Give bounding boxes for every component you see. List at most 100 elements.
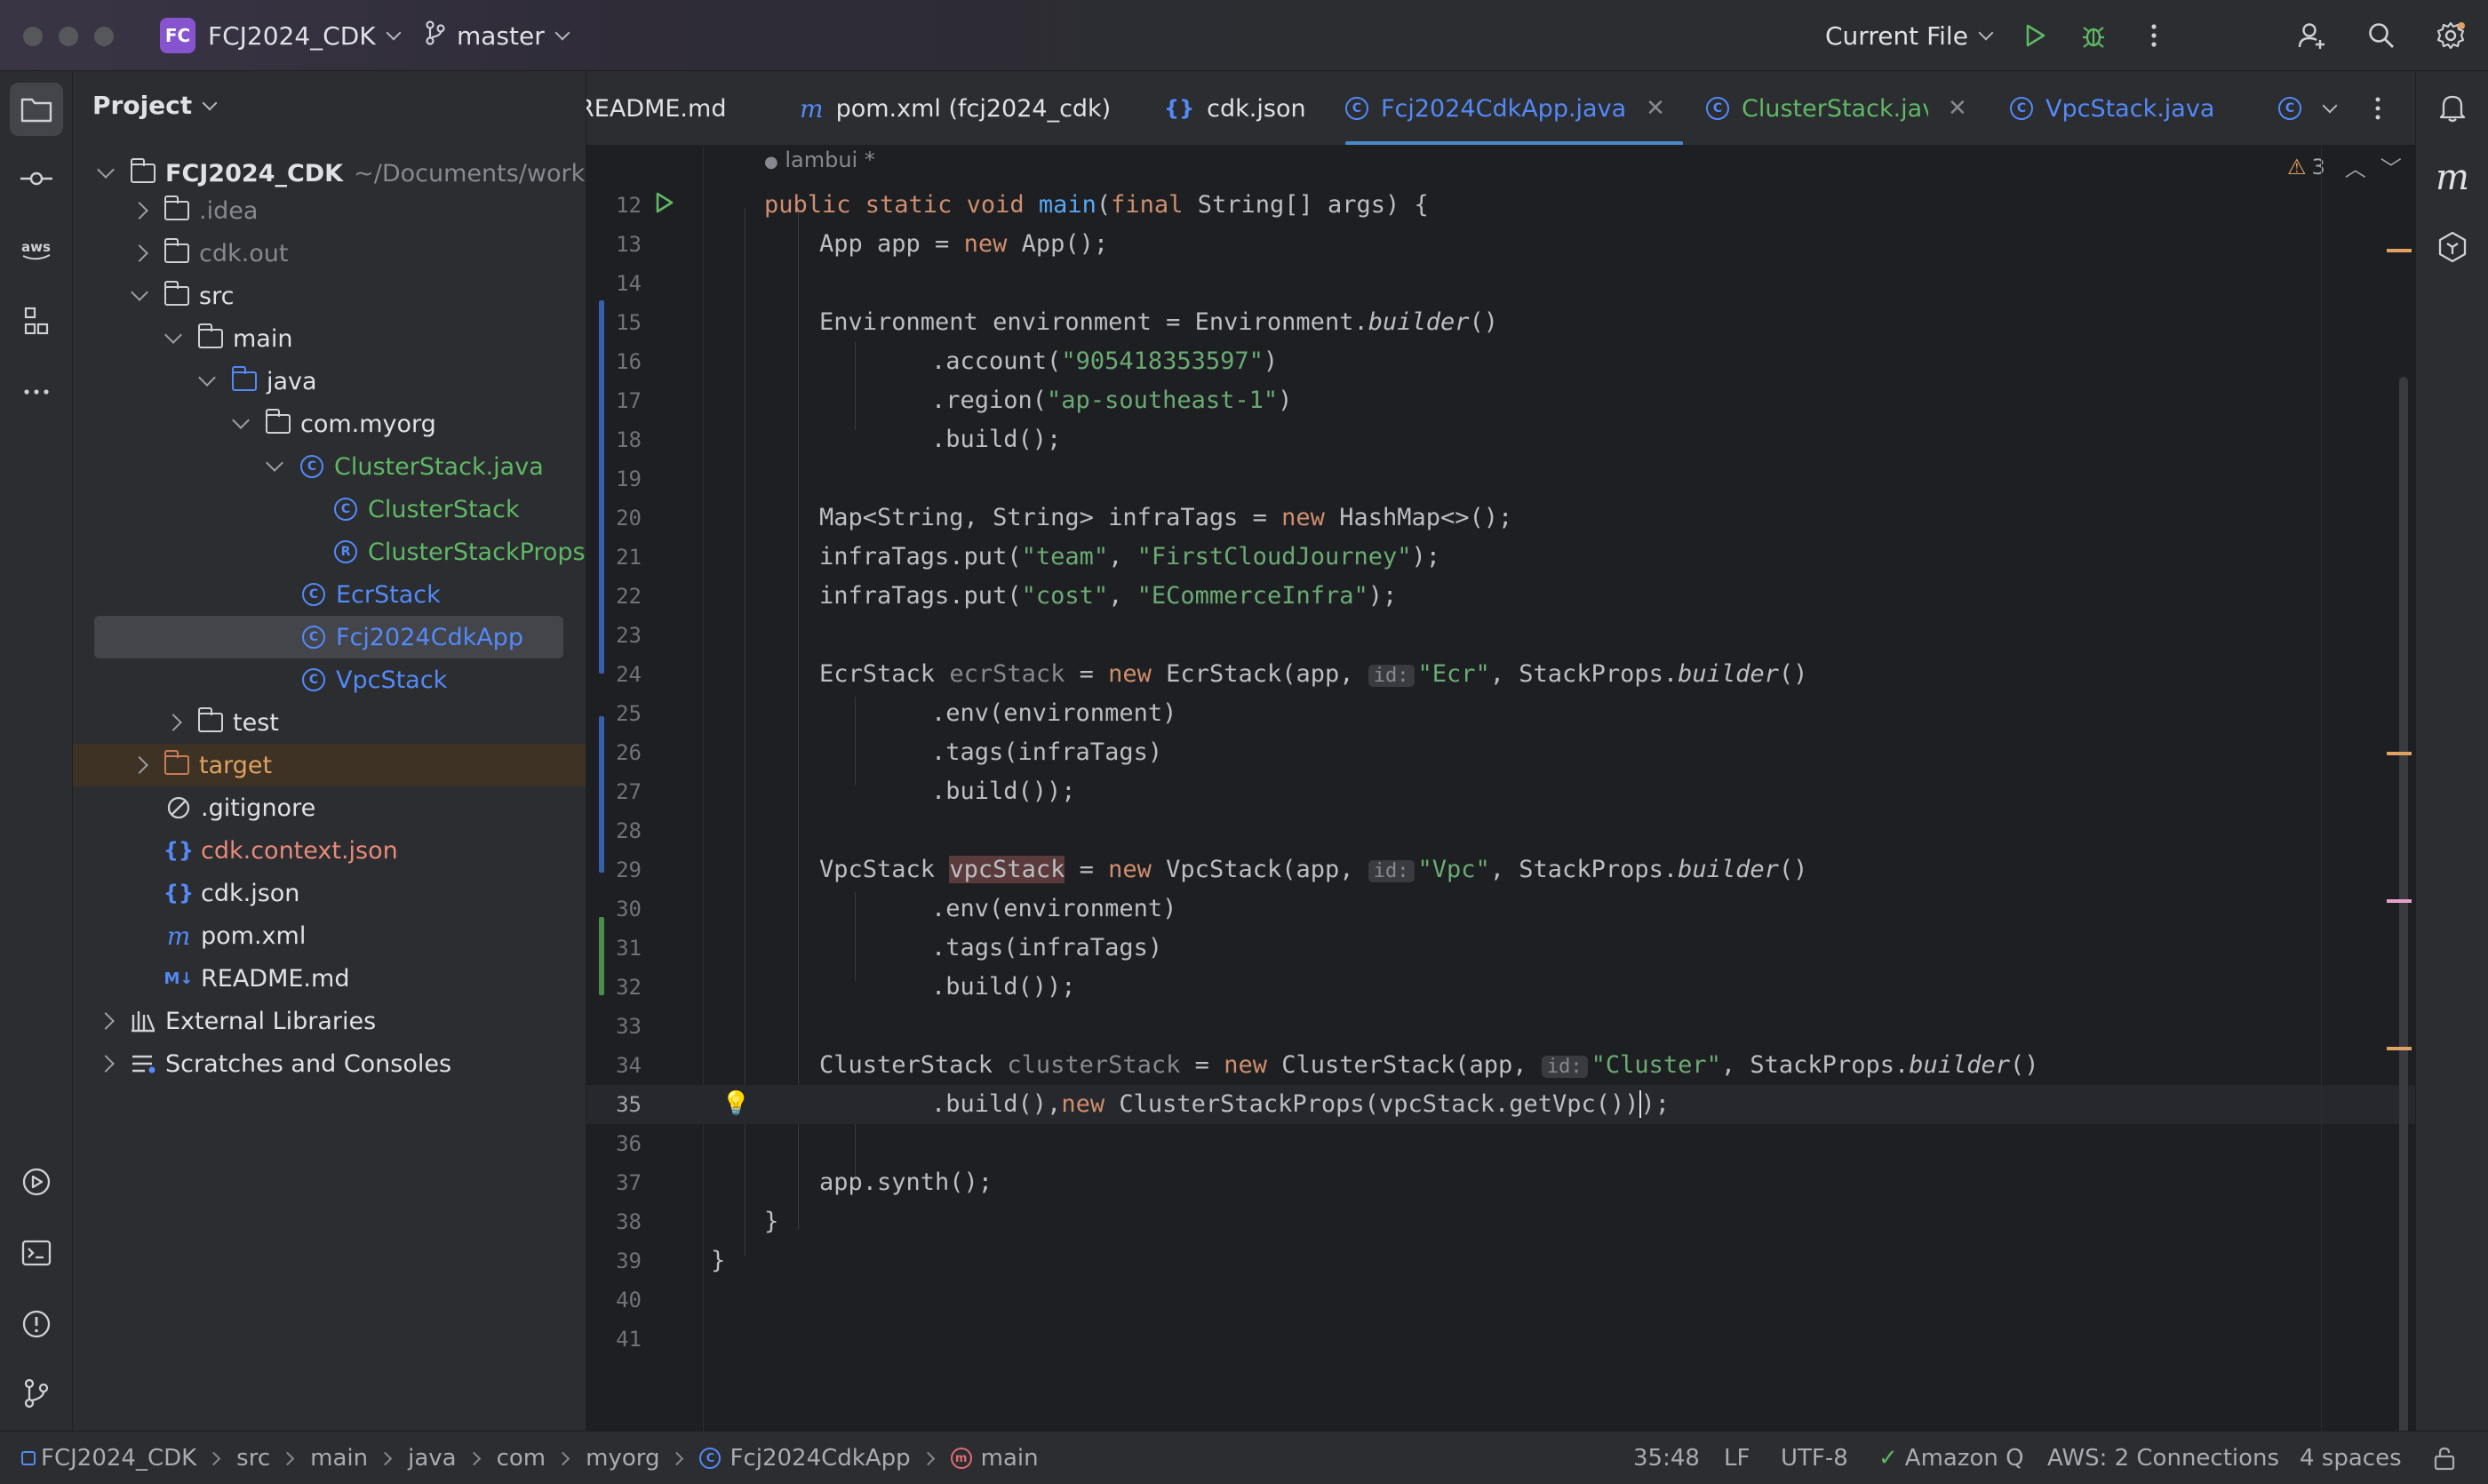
structure-icon[interactable] [10, 294, 63, 347]
tree-item-target[interactable]: target [73, 744, 586, 786]
tree-item-scratches[interactable]: Scratches and Consoles [73, 1042, 586, 1085]
run-config-selector[interactable]: Current File [1825, 0, 1994, 71]
git-icon[interactable] [10, 1367, 63, 1420]
minimize-window-button[interactable] [59, 27, 78, 46]
expand-arrow-icon[interactable] [198, 369, 216, 387]
code-line[interactable]: 19 [586, 459, 2415, 499]
tree-item-clusterstackprops[interactable]: R ClusterStackProps [73, 531, 586, 573]
tree-item-clusterstack[interactable]: C ClusterStack [73, 488, 586, 531]
code-line[interactable]: 13 App app = new App(); [586, 225, 2415, 264]
code-line[interactable]: 23 [586, 616, 2415, 655]
code-line[interactable]: 36 [586, 1124, 2415, 1163]
tree-item-fcj2024cdkapp[interactable]: C Fcj2024CdkApp [94, 616, 563, 658]
expand-arrow-icon[interactable] [97, 161, 115, 179]
tab-more-options-icon[interactable] [2374, 71, 2381, 145]
breadcrumb-item[interactable]: myorg [586, 1445, 659, 1472]
code-line[interactable]: 22 infraTags.put("cost", "ECommerceInfra… [586, 577, 2415, 616]
expand-arrow-icon[interactable] [131, 756, 148, 774]
terminal-icon[interactable] [10, 1226, 63, 1280]
file-encoding[interactable]: UTF-8 [1781, 1432, 1848, 1484]
breadcrumb-item[interactable]: java [408, 1445, 456, 1472]
code-line[interactable]: 30 .env(environment) [586, 890, 2415, 929]
tree-item-clusterstack-java[interactable]: C ClusterStack.java [73, 445, 586, 488]
code-line[interactable]: 29 VpcStack vpcStack = new VpcStack(app,… [586, 850, 2415, 890]
code-line[interactable]: 34 ClusterStack clusterStack = new Clust… [586, 1046, 2415, 1085]
breadcrumb-item[interactable]: main [310, 1445, 368, 1472]
tab-vpcstack[interactable]: C VpcStack.java [2010, 71, 2214, 145]
tab-clusterstack[interactable]: C ClusterStack.java ✕ [1706, 71, 1967, 145]
aws-connections[interactable]: AWS: 2 Connections [2047, 1432, 2279, 1484]
add-user-icon[interactable] [2294, 18, 2330, 53]
notifications-bell-icon[interactable] [2426, 81, 2479, 134]
code-line[interactable]: 14 [586, 264, 2415, 303]
breadcrumb-item[interactable]: main [981, 1445, 1039, 1472]
tree-item-package[interactable]: com.myorg [73, 403, 586, 445]
settings-gear-icon[interactable] [2433, 18, 2468, 53]
line-separator[interactable]: LF [1724, 1432, 1750, 1484]
code-line[interactable]: 33 [586, 1007, 2415, 1046]
tree-item-cdk-context-json[interactable]: {} cdk.context.json [73, 829, 586, 872]
close-window-button[interactable] [23, 27, 43, 46]
code-line[interactable]: 25 .env(environment) [586, 694, 2415, 733]
tree-item-cdk-json[interactable]: {} cdk.json [73, 872, 586, 914]
debug-icon[interactable] [2076, 18, 2111, 53]
cursor-position[interactable]: 35:48 [1633, 1432, 1700, 1484]
code-line[interactable]: 16 .account("905418353597") [586, 342, 2415, 381]
breadcrumb-item[interactable]: com [497, 1445, 546, 1472]
breadcrumb-item[interactable]: Fcj2024CdkApp [730, 1445, 910, 1472]
more-tool-windows-icon[interactable] [10, 365, 63, 419]
tree-item-test[interactable]: test [73, 701, 586, 744]
code-line[interactable]: 12 public static void main(final String[… [586, 186, 2415, 225]
expand-arrow-icon[interactable] [97, 1012, 115, 1030]
expand-arrow-icon[interactable] [266, 454, 283, 472]
tree-item-ecrstack[interactable]: C EcrStack [73, 573, 586, 616]
expand-arrow-icon[interactable] [232, 411, 250, 429]
error-stripe-warning[interactable] [2387, 1047, 2412, 1050]
code-line[interactable]: 21 infraTags.put("team", "FirstCloudJour… [586, 538, 2415, 577]
code-line[interactable]: 31 .tags(infraTags) [586, 929, 2415, 968]
tree-item-vpcstack[interactable]: C VpcStack [73, 658, 586, 701]
close-tab-icon[interactable]: ✕ [1948, 95, 1967, 122]
aws-toolkit-icon[interactable]: aws [10, 223, 63, 276]
code-line[interactable]: 32 .build()); [586, 968, 2415, 1007]
maximize-window-button[interactable] [94, 27, 114, 46]
code-line[interactable]: 24 EcrStack ecrStack = new EcrStack(app,… [586, 655, 2415, 694]
run-icon[interactable] [2017, 18, 2053, 53]
project-panel-header[interactable]: Project [92, 91, 218, 120]
vertical-scrollbar[interactable] [2399, 377, 2408, 1431]
code-line[interactable]: 27 .build()); [586, 772, 2415, 811]
tree-item-idea[interactable]: .idea [73, 189, 586, 232]
code-line[interactable]: 26 .tags(infraTags) [586, 733, 2415, 772]
search-icon[interactable] [2364, 18, 2399, 53]
tree-item-src[interactable]: src [73, 275, 586, 317]
code-line[interactable]: 38 } [586, 1202, 2415, 1241]
lightbulb-intention-icon[interactable]: 💡 [722, 1090, 750, 1117]
breadcrumb-item[interactable]: src [236, 1445, 270, 1472]
amazon-q-status[interactable]: ✓ Amazon Q [1878, 1432, 2024, 1484]
aws-q-icon[interactable] [2426, 220, 2479, 274]
services-run-icon[interactable] [10, 1155, 63, 1209]
previous-highlight-icon[interactable]: ︿ [2345, 151, 2366, 182]
tree-item-root[interactable]: FCJ2024_CDK ~/Documents/worksho [73, 152, 586, 195]
expand-arrow-icon[interactable] [164, 714, 182, 731]
error-stripe-warning[interactable] [2387, 752, 2412, 755]
branch-switcher[interactable]: master [425, 0, 570, 71]
tree-item-readme[interactable]: M↓ README.md [73, 957, 586, 1000]
tree-item-pom-xml[interactable]: m pom.xml [73, 914, 586, 957]
tree-item-external-libraries[interactable]: External Libraries [73, 1000, 586, 1042]
code-line[interactable]: 18 .build(); [586, 420, 2415, 459]
commit-icon[interactable] [10, 152, 63, 205]
code-line[interactable]: 28 [586, 811, 2415, 850]
error-stripe-warning[interactable] [2387, 249, 2412, 252]
code-editor[interactable]: ● lambui * ⚠ 3 ︿ ﹀ 12 public static void… [586, 146, 2415, 1431]
maven-tool-icon[interactable]: m [2426, 151, 2479, 204]
code-line[interactable]: 20 Map<String, String> infraTags = new H… [586, 499, 2415, 538]
problems-icon[interactable] [10, 1297, 63, 1351]
code-line[interactable]: 15 Environment environment = Environment… [586, 303, 2415, 342]
tree-item-gitignore[interactable]: .gitignore [73, 786, 586, 829]
code-line[interactable]: 37 app.synth(); [586, 1163, 2415, 1202]
more-options-icon[interactable] [2136, 18, 2172, 53]
code-line[interactable]: 17 .region("ap-southeast-1") [586, 381, 2415, 420]
tree-item-main[interactable]: main [73, 317, 586, 360]
expand-arrow-icon[interactable] [164, 326, 182, 344]
